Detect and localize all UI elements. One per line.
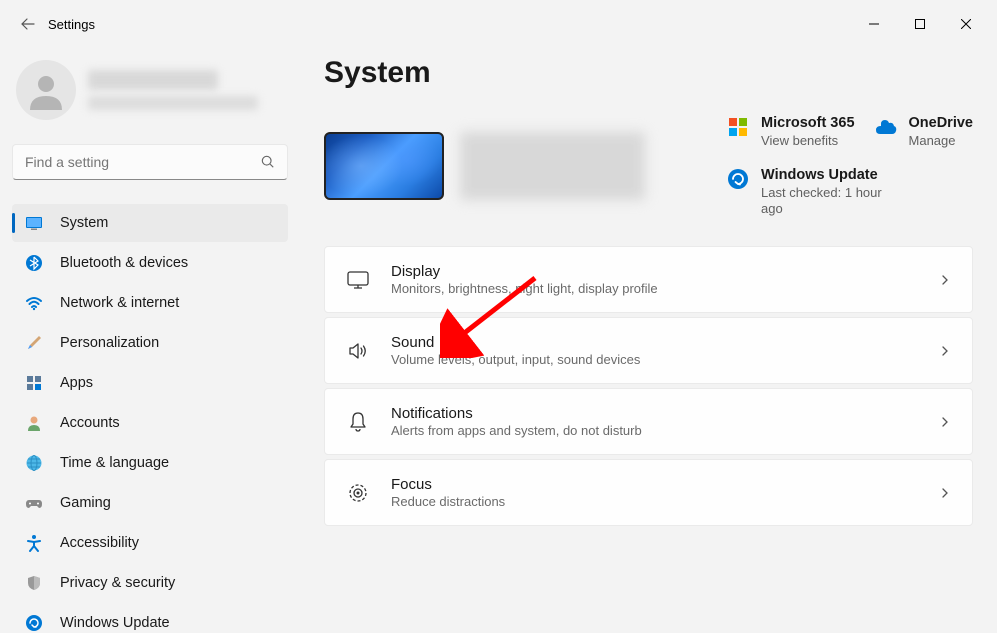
service-title: Windows Update [761,166,901,185]
user-email-redacted [88,96,258,110]
nav-label: Gaming [60,495,111,511]
display-icon [345,267,371,293]
service-sub: Manage [909,133,973,150]
wifi-icon [24,293,44,313]
sidebar-item-time[interactable]: Time & language [12,444,288,482]
user-avatar-icon [26,70,66,110]
sidebar-item-accessibility[interactable]: Accessibility [12,524,288,562]
main-content: System Microsoft 365 View benefits [300,48,997,633]
gaming-icon [24,493,44,513]
settings-list: Display Monitors, brightness, night ligh… [324,246,973,526]
chevron-right-icon [938,486,952,500]
service-m365[interactable]: Microsoft 365 View benefits [727,114,854,150]
sidebar: System Bluetooth & devices Network & int… [0,48,300,633]
close-button[interactable] [943,8,989,40]
nav-label: Personalization [60,335,159,351]
globe-icon [24,453,44,473]
search-input[interactable] [25,154,261,170]
back-button[interactable] [8,4,48,44]
user-section[interactable] [12,56,288,124]
sidebar-item-gaming[interactable]: Gaming [12,484,288,522]
nav-label: Time & language [60,455,169,471]
brush-icon [24,333,44,353]
sidebar-item-accounts[interactable]: Accounts [12,404,288,442]
close-icon [961,19,971,29]
system-overview-row: Microsoft 365 View benefits OneDrive Man… [324,114,973,218]
maximize-button[interactable] [897,8,943,40]
service-title: Microsoft 365 [761,114,854,133]
sidebar-item-personalization[interactable]: Personalization [12,324,288,362]
nav-label: Privacy & security [60,575,175,591]
shield-icon [24,573,44,593]
device-box[interactable] [324,114,645,218]
setting-notifications[interactable]: Notifications Alerts from apps and syste… [324,388,973,455]
setting-title: Notifications [391,405,918,422]
system-icon [24,213,44,233]
account-icon [24,413,44,433]
display-thumbnail [324,132,444,200]
m365-icon [727,116,749,138]
sidebar-item-system[interactable]: System [12,204,288,242]
title-bar: Settings [0,0,997,48]
setting-title: Sound [391,334,918,351]
user-name-redacted [88,70,218,90]
setting-focus[interactable]: Focus Reduce distractions [324,459,973,526]
nav-label: Network & internet [60,295,179,311]
bell-icon [345,409,371,435]
bluetooth-icon [24,253,44,273]
services-grid: Microsoft 365 View benefits OneDrive Man… [727,114,973,218]
chevron-right-icon [938,273,952,287]
setting-desc: Monitors, brightness, night light, displ… [391,281,918,296]
avatar [16,60,76,120]
window-controls [851,8,989,40]
service-windows-update[interactable]: Windows Update Last checked: 1 hour ago [727,166,973,219]
sidebar-item-bluetooth[interactable]: Bluetooth & devices [12,244,288,282]
minimize-icon [869,19,879,29]
setting-desc: Alerts from apps and system, do not dist… [391,423,918,438]
nav-label: System [60,215,108,231]
device-info-redacted [460,132,645,200]
service-sub: Last checked: 1 hour ago [761,185,901,219]
chevron-right-icon [938,415,952,429]
update-badge-icon [727,168,749,190]
setting-desc: Reduce distractions [391,494,918,509]
service-title: OneDrive [909,114,973,133]
search-icon [261,155,275,169]
back-arrow-icon [20,16,36,32]
nav-label: Accounts [60,415,120,431]
service-onedrive[interactable]: OneDrive Manage [875,114,973,150]
service-sub: View benefits [761,133,854,150]
page-title: System [324,56,973,90]
focus-icon [345,480,371,506]
nav-label: Apps [60,375,93,391]
nav-list: System Bluetooth & devices Network & int… [12,204,288,633]
chevron-right-icon [938,344,952,358]
sidebar-item-network[interactable]: Network & internet [12,284,288,322]
sidebar-item-apps[interactable]: Apps [12,364,288,402]
accessibility-icon [24,533,44,553]
minimize-button[interactable] [851,8,897,40]
setting-title: Focus [391,476,918,493]
nav-label: Windows Update [60,615,170,631]
window-title: Settings [48,17,95,32]
sound-icon [345,338,371,364]
setting-desc: Volume levels, output, input, sound devi… [391,352,918,367]
sidebar-item-update[interactable]: Windows Update [12,604,288,633]
sidebar-item-privacy[interactable]: Privacy & security [12,564,288,602]
apps-icon [24,373,44,393]
setting-title: Display [391,263,918,280]
nav-label: Accessibility [60,535,139,551]
user-info [88,70,284,110]
search-box[interactable] [12,144,288,180]
nav-label: Bluetooth & devices [60,255,188,271]
setting-display[interactable]: Display Monitors, brightness, night ligh… [324,246,973,313]
onedrive-icon [875,116,897,138]
maximize-icon [915,19,925,29]
setting-sound[interactable]: Sound Volume levels, output, input, soun… [324,317,973,384]
update-icon [24,613,44,633]
